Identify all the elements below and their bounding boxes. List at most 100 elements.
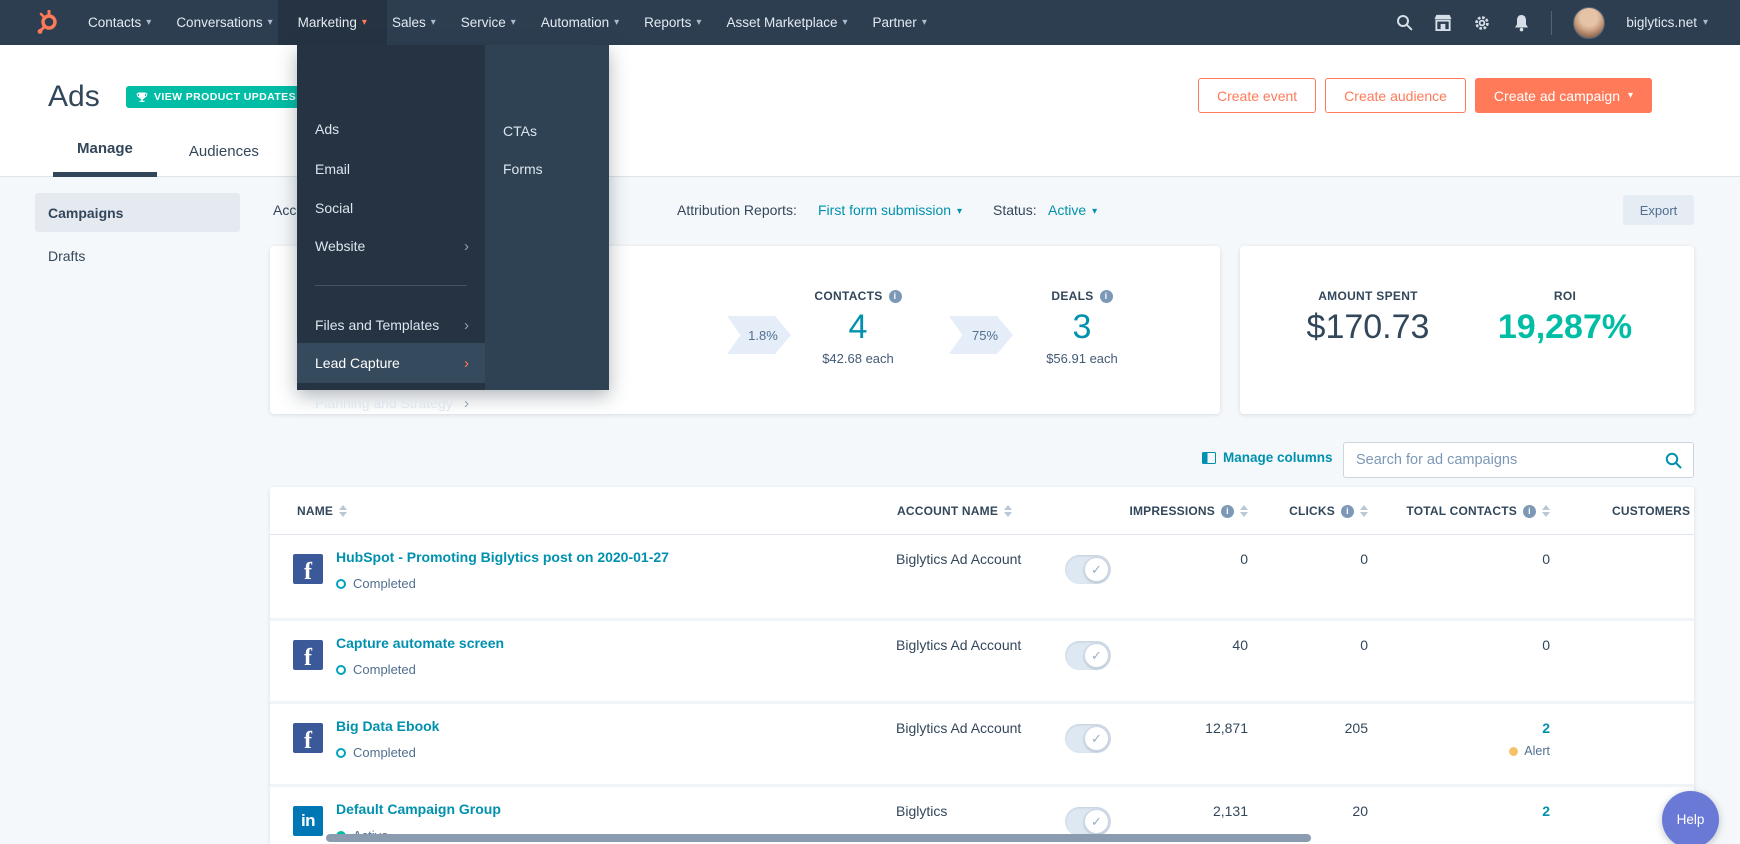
impressions-cell: 0 <box>1240 551 1248 567</box>
marketplace-icon[interactable] <box>1434 14 1452 32</box>
column-header-account-name[interactable]: ACCOUNT NAME <box>897 487 1013 535</box>
campaign-name-link[interactable]: Capture automate screen <box>336 635 504 651</box>
menu-item-email[interactable]: Email <box>297 149 485 189</box>
nav-item-asset-marketplace[interactable]: Asset Marketplace ▾ <box>726 0 847 45</box>
campaign-name-link[interactable]: Big Data Ebook <box>336 718 439 734</box>
info-icon[interactable]: i <box>1523 504 1536 518</box>
facebook-icon: f <box>293 640 323 670</box>
status-dropdown[interactable]: Active ▾ <box>1048 202 1097 218</box>
sort-icon <box>1360 505 1368 517</box>
facebook-icon: f <box>293 554 323 584</box>
account-switcher[interactable]: biglytics.net ▾ <box>1626 15 1708 30</box>
table-row: f Big Data Ebook Completed ✓ Biglytics A… <box>270 701 1694 784</box>
notifications-bell-icon[interactable] <box>1512 14 1530 32</box>
export-button[interactable]: Export <box>1623 195 1694 225</box>
settings-gear-icon[interactable] <box>1473 14 1491 32</box>
help-button[interactable]: Help <box>1662 791 1719 844</box>
hubspot-ads-screen: Ads VIEW PRODUCT UPDATES Create event Cr… <box>0 0 1740 844</box>
status-filter-label: Status: <box>993 202 1037 218</box>
contacts-stat-label: CONTACTS i <box>778 289 938 303</box>
menu-item-files-and-templates[interactable]: Files and Templates › <box>297 305 485 345</box>
search-input[interactable] <box>1344 452 1665 468</box>
nav-item-sales[interactable]: Sales ▾ <box>392 0 436 45</box>
info-icon[interactable]: i <box>888 289 902 303</box>
campaign-status: Completed <box>336 662 416 677</box>
nav-item-partner[interactable]: Partner ▾ <box>873 0 927 45</box>
campaign-toggle[interactable]: ✓ <box>1065 555 1111 584</box>
column-header-clicks[interactable]: CLICKS i <box>1289 487 1368 535</box>
submenu-item-ctas[interactable]: CTAs <box>485 111 609 151</box>
hubspot-logo[interactable] <box>34 9 60 36</box>
sidebar-item-campaigns[interactable]: Campaigns <box>35 193 240 232</box>
contacts-alert: Alert <box>1509 744 1550 758</box>
user-avatar[interactable] <box>1573 6 1606 39</box>
menu-item-social[interactable]: Social <box>297 188 485 228</box>
chevron-down-icon: ▾ <box>1628 90 1634 101</box>
amount-spent-value: $170.73 <box>1306 308 1430 346</box>
menu-item-planning-and-strategy[interactable]: Planning and Strategy › <box>297 383 485 423</box>
search-icon[interactable] <box>1665 452 1682 469</box>
horizontal-scrollbar[interactable] <box>326 834 1311 842</box>
nav-item-reports[interactable]: Reports ▾ <box>644 0 701 45</box>
campaign-toggle[interactable]: ✓ <box>1065 641 1111 670</box>
column-label: NAME <box>297 504 334 518</box>
completed-status-icon <box>336 578 346 589</box>
create-audience-button[interactable]: Create audience <box>1325 78 1466 113</box>
tab-manage[interactable]: Manage <box>53 125 157 177</box>
chevron-right-icon: › <box>464 316 469 334</box>
chevron-down-icon: ▾ <box>361 17 367 28</box>
info-icon[interactable]: i <box>1341 504 1354 518</box>
completed-status-icon <box>336 747 346 758</box>
campaign-name-link[interactable]: HubSpot - Promoting Biglytics post on 20… <box>336 549 669 565</box>
table-row: f HubSpot - Promoting Biglytics post on … <box>270 535 1694 618</box>
badge-label: VIEW PRODUCT UPDATES <box>154 91 296 103</box>
page-title: Ads <box>48 80 100 113</box>
attribution-reports-dropdown[interactable]: First form submission ▾ <box>818 202 962 218</box>
nav-label: Conversations <box>176 15 263 30</box>
nav-label: Service <box>460 15 506 30</box>
spend-stats-card: AMOUNT SPENT $170.73 ROI 19,287% <box>1240 246 1694 414</box>
view-product-updates-badge[interactable]: VIEW PRODUCT UPDATES <box>126 86 306 108</box>
nav-label: Asset Marketplace <box>726 15 838 30</box>
nav-item-conversations[interactable]: Conversations ▾ <box>176 0 272 45</box>
alert-text: Alert <box>1524 744 1550 758</box>
campaign-toggle[interactable]: ✓ <box>1065 724 1111 753</box>
chevron-down-icon: ▾ <box>957 205 963 217</box>
nav-item-marketing[interactable]: Marketing ▾ <box>277 0 387 45</box>
campaign-toggle[interactable]: ✓ <box>1065 807 1111 836</box>
deals-stat-label: DEALS i <box>1002 289 1162 303</box>
info-icon[interactable]: i <box>1221 504 1234 518</box>
trophy-icon <box>136 92 148 102</box>
nav-label: Sales <box>391 15 426 30</box>
total-contacts-link[interactable]: 2 <box>1542 720 1550 736</box>
tab-audiences[interactable]: Audiences <box>165 125 283 177</box>
menu-item-ads[interactable]: Ads <box>297 109 485 149</box>
search-icon[interactable] <box>1395 14 1413 32</box>
submenu-item-forms[interactable]: Forms <box>485 149 609 189</box>
toggle-check-icon: ✓ <box>1084 809 1109 834</box>
create-event-button[interactable]: Create event <box>1198 78 1317 113</box>
column-header-name[interactable]: NAME <box>297 487 348 535</box>
nav-item-service[interactable]: Service ▾ <box>461 0 516 45</box>
nav-label: Automation <box>540 15 610 30</box>
menu-item-website[interactable]: Website › <box>297 226 485 266</box>
create-ad-campaign-button[interactable]: Create ad campaign ▾ <box>1474 78 1653 113</box>
column-header-impressions[interactable]: IMPRESSIONS i <box>1129 487 1248 535</box>
column-header-customers[interactable]: CUSTOMERSi <box>1612 487 1694 535</box>
roi-stat: ROI 19,287% <box>1485 289 1645 347</box>
account-name-cell: Biglytics <box>896 803 948 819</box>
menu-item-lead-capture[interactable]: Lead Capture › <box>297 343 485 383</box>
campaign-name-link[interactable]: Default Campaign Group <box>336 801 501 817</box>
marketing-menu-panel: Ads Email Social Website › Files and Temp… <box>297 45 485 411</box>
account-name-cell: Biglytics Ad Account <box>896 637 1022 653</box>
nav-item-contacts[interactable]: Contacts ▾ <box>88 0 151 45</box>
total-contacts-link[interactable]: 2 <box>1542 803 1550 819</box>
column-header-total-contacts[interactable]: TOTAL CONTACTS i <box>1406 487 1550 535</box>
amount-spent-label: AMOUNT SPENT <box>1318 289 1418 303</box>
sidebar-item-drafts[interactable]: Drafts <box>35 236 240 275</box>
table-row: f Capture automate screen Completed ✓ Bi… <box>270 618 1694 701</box>
manage-columns-link[interactable]: Manage columns <box>1202 450 1333 465</box>
nav-item-automation[interactable]: Automation ▾ <box>541 0 619 45</box>
chevron-down-icon: ▾ <box>921 17 927 28</box>
info-icon[interactable]: i <box>1099 289 1113 303</box>
